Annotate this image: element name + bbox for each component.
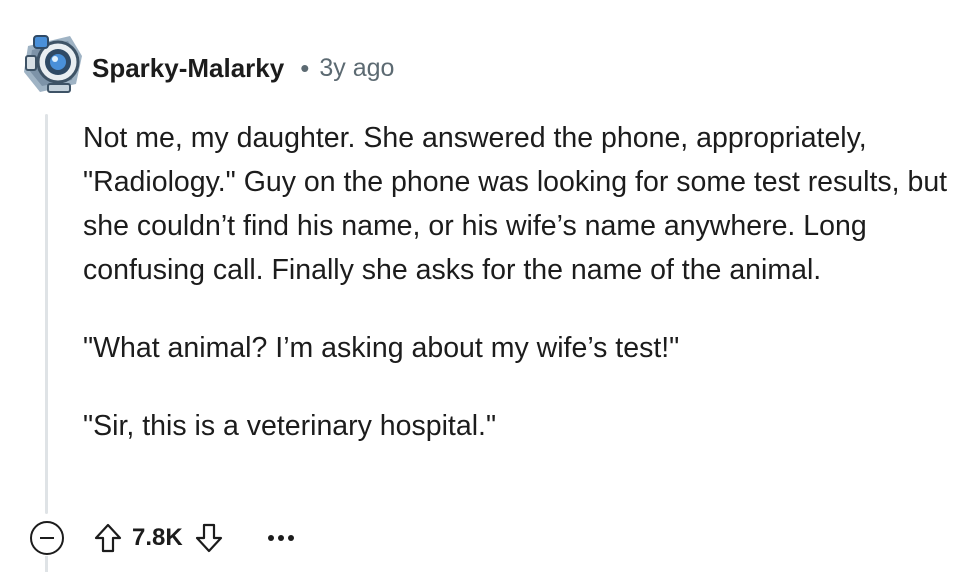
username-link[interactable]: Sparky-Malarky [92, 53, 284, 84]
more-options-button[interactable] [261, 520, 301, 556]
downvote-button[interactable] [191, 520, 227, 556]
comment-timestamp[interactable]: 3y ago [319, 54, 394, 83]
upvote-button[interactable] [90, 520, 126, 556]
comment: Sparky-Malarky • 3y ago Not me, my daugh… [0, 0, 978, 572]
meta-separator: • [300, 52, 310, 83]
thread-line-continuation [45, 556, 48, 572]
comment-paragraph: "Sir, this is a veterinary hospital." [83, 410, 497, 442]
comment-paragraph: "What animal? I’m asking about my wife’s… [83, 332, 680, 364]
thread-line[interactable] [45, 114, 48, 514]
arrow-up-icon [94, 523, 122, 553]
more-horizontal-icon [267, 535, 294, 541]
robot-avatar-icon [24, 35, 82, 93]
arrow-down-icon [195, 523, 222, 553]
minus-circle-icon [40, 536, 54, 540]
user-avatar[interactable] [20, 26, 86, 96]
vote-score: 7.8K [132, 524, 183, 551]
comment-paragraph: Not me, my daughter. She answered the ph… [83, 122, 948, 286]
comment-body: Not me, my daughter. She answered the ph… [83, 116, 963, 448]
comment-actions: 7.8K [30, 518, 301, 558]
collapse-button[interactable] [30, 521, 64, 555]
comment-header: Sparky-Malarky • 3y ago [92, 50, 394, 86]
